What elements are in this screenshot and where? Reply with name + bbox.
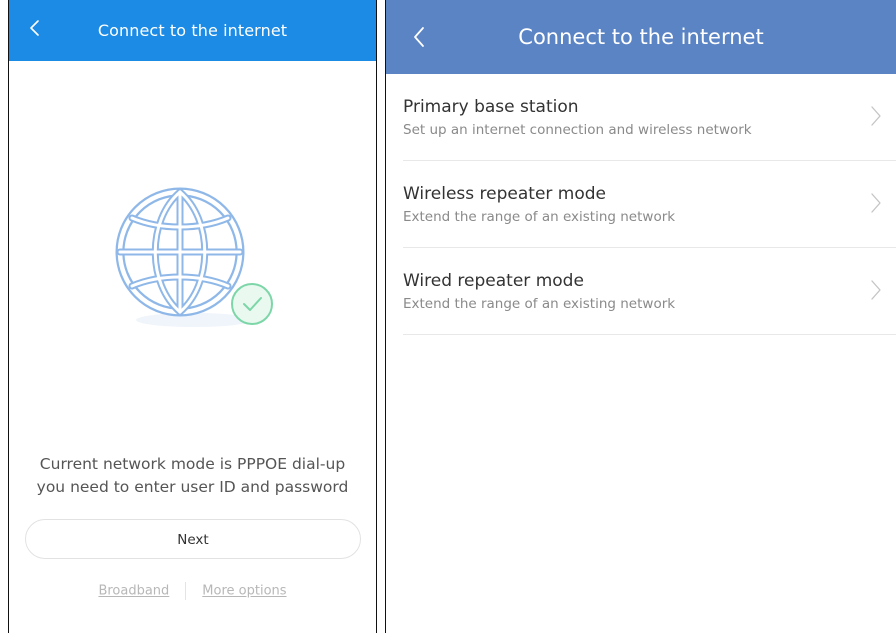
chevron-right-icon <box>871 193 881 213</box>
left-app-bar: Connect to the internet <box>9 0 376 61</box>
status-line-1: Current network mode is PPPOE dial-up <box>39 455 346 473</box>
right-screen: Connect to the internet Primary base sta… <box>385 0 896 633</box>
list-item-subtitle: Extend the range of an existing network <box>403 296 676 312</box>
footer-links: Broadband More options <box>9 582 376 604</box>
right-app-bar: Connect to the internet <box>386 0 896 74</box>
chevron-right-icon <box>871 106 881 126</box>
list-item-subtitle: Set up an internet connection and wirele… <box>403 122 752 138</box>
connection-mode-list: Primary base station Set up an internet … <box>403 74 896 335</box>
screenshot-canvas: Connect to the internet Current network … <box>0 0 896 633</box>
globe-illustration <box>112 180 277 335</box>
left-screen: Connect to the internet Current network … <box>8 0 377 633</box>
list-item-wired-repeater[interactable]: Wired repeater mode Extend the range of … <box>403 248 896 335</box>
page-title: Connect to the internet <box>518 25 764 49</box>
status-line-2: you need to enter user ID and password <box>36 478 349 496</box>
list-item-subtitle: Extend the range of an existing network <box>403 209 676 225</box>
link-divider <box>185 582 187 600</box>
more-options-link[interactable]: More options <box>202 584 286 599</box>
list-item-primary-base-station[interactable]: Primary base station Set up an internet … <box>403 74 896 161</box>
network-mode-message: Current network mode is PPPOE dial-up yo… <box>9 453 376 499</box>
globe-icon <box>115 187 273 327</box>
list-item-title: Wired repeater mode <box>403 271 584 291</box>
list-item-title: Wireless repeater mode <box>403 184 607 204</box>
page-title: Connect to the internet <box>97 21 288 40</box>
list-item-wireless-repeater[interactable]: Wireless repeater mode Extend the range … <box>403 161 896 248</box>
next-button[interactable]: Next <box>25 519 361 559</box>
chevron-right-icon <box>871 280 881 300</box>
broadband-link[interactable]: Broadband <box>98 584 169 599</box>
check-circle-icon <box>231 283 273 325</box>
list-item-title: Primary base station <box>403 97 579 117</box>
